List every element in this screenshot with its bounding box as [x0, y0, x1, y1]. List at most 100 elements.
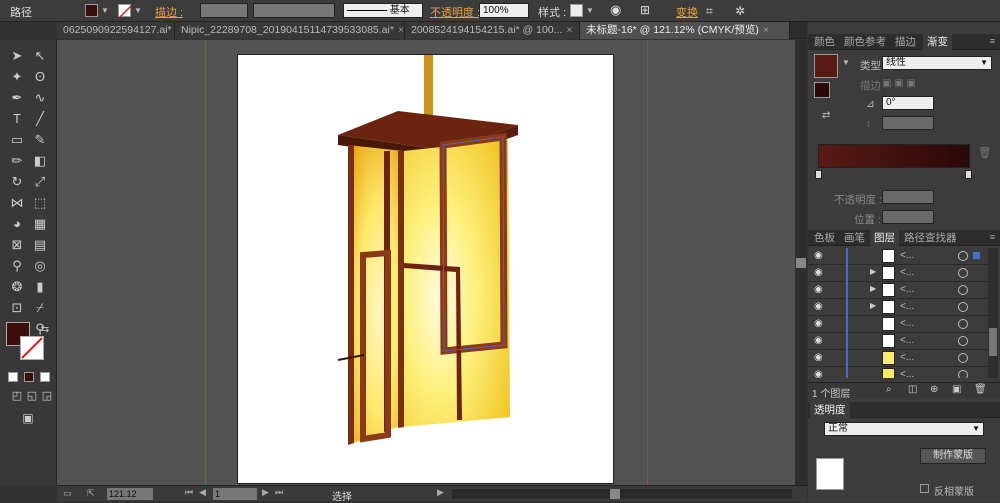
layer-row[interactable]: ◉ <... [808, 367, 988, 378]
lantern-artwork[interactable] [238, 55, 615, 485]
tab-doc-2[interactable]: Nipic_22289708_20190415114739533085.ai* × [175, 22, 405, 39]
zoom-field[interactable]: 121.12 [107, 488, 153, 500]
close-icon[interactable]: × [398, 24, 404, 36]
last-artboard-icon[interactable]: ⏭ [275, 487, 283, 498]
stroke-gradient-swatch[interactable] [814, 82, 830, 98]
recolor-icon[interactable]: ◉ [610, 2, 621, 18]
tab-layers[interactable]: 图层 [870, 230, 899, 246]
target-circle-icon[interactable] [958, 319, 968, 329]
locate-object-icon[interactable]: ⌕ [886, 384, 892, 395]
gradient-mode-icon[interactable] [24, 372, 34, 382]
pen-tool-icon[interactable]: ✒ [7, 88, 27, 108]
transparency-thumbnail[interactable] [816, 458, 844, 490]
tab-swatches[interactable]: 色板 [810, 230, 839, 246]
selection-tool-icon[interactable]: ➤ [7, 46, 27, 66]
pencil-tool-icon[interactable]: ✏ [7, 151, 27, 171]
graphic-style-swatch[interactable] [570, 4, 583, 17]
selection-indicator[interactable] [973, 252, 980, 259]
target-circle-icon[interactable] [958, 302, 968, 312]
line-tool-icon[interactable]: ╱ [30, 109, 50, 129]
shape-builder-tool-icon[interactable]: ◕ [7, 214, 27, 234]
tab-doc-1[interactable]: 0625090922594127.ai*× [57, 22, 175, 39]
export-icon[interactable]: ⇱ [87, 488, 95, 499]
slice-tool-icon[interactable]: ⌿ [30, 298, 50, 318]
status-menu-icon[interactable]: ▶ [437, 487, 444, 498]
target-circle-icon[interactable] [958, 285, 968, 295]
free-transform-tool-icon[interactable]: ⬚ [30, 193, 50, 213]
none-mode-icon[interactable] [40, 372, 50, 382]
fill-dropdown-icon[interactable]: ▼ [101, 6, 109, 15]
layers-scroll-thumb[interactable] [989, 328, 997, 356]
variable-width-profile[interactable] [253, 3, 335, 18]
screen-mode-icon[interactable]: ▣ [18, 408, 38, 428]
gradient-preview-swatch[interactable] [814, 54, 838, 78]
target-circle-icon[interactable] [958, 251, 968, 261]
canvas-area[interactable] [57, 40, 795, 485]
draw-inside-icon[interactable]: ◲ [37, 386, 57, 406]
tab-brushes[interactable]: 画笔 [840, 230, 869, 246]
isolate-icon[interactable]: ⌗ [706, 4, 713, 19]
more-options-icon[interactable]: ✲ [735, 4, 745, 18]
tab-doc-3[interactable]: 2008524194154215.ai* @ 100... × [405, 22, 580, 39]
expand-arrow-icon[interactable]: ▶ [870, 301, 876, 310]
new-layer-icon[interactable]: ▣ [952, 384, 961, 395]
blend-tool-icon[interactable]: ◎ [30, 256, 50, 276]
artboard[interactable] [237, 54, 614, 484]
target-circle-icon[interactable] [958, 353, 968, 363]
panel-menu-icon[interactable]: ≡ [990, 36, 995, 46]
visibility-eye-icon[interactable]: ◉ [814, 352, 823, 363]
scrollbar-thumb[interactable] [796, 258, 806, 268]
delete-layer-icon[interactable]: 🗑 [974, 384, 987, 395]
layer-row[interactable]: ◉ ▶ <... [808, 265, 988, 282]
clipping-mask-icon[interactable]: ◫ [908, 384, 917, 395]
layer-row[interactable]: ◉ <... [808, 248, 988, 265]
symbol-sprayer-tool-icon[interactable]: ❂ [7, 277, 27, 297]
stroke-dropdown-icon[interactable]: ▼ [134, 6, 142, 15]
direct-selection-tool-icon[interactable]: ↖ [30, 46, 50, 66]
expand-arrow-icon[interactable]: ▶ [870, 284, 876, 293]
opacity-label[interactable]: 不透明度 : [430, 4, 480, 20]
prev-artboard-icon[interactable]: ◀ [199, 487, 206, 498]
horizontal-scrollbar[interactable] [452, 489, 792, 499]
gradient-opacity-field[interactable] [882, 190, 934, 204]
target-circle-icon[interactable] [958, 370, 968, 378]
target-circle-icon[interactable] [958, 268, 968, 278]
hscroll-thumb[interactable] [610, 489, 620, 499]
first-artboard-icon[interactable]: ⏮ [185, 487, 193, 498]
visibility-eye-icon[interactable]: ◉ [814, 267, 823, 278]
eraser-tool-icon[interactable]: ◧ [30, 151, 50, 171]
blend-mode-select[interactable]: 正常 ▼ [824, 422, 984, 436]
artboard-tool-icon[interactable]: ⊡ [7, 298, 27, 318]
mesh-tool-icon[interactable]: ⊠ [7, 235, 27, 255]
align-icon[interactable]: ⊞ [640, 3, 650, 17]
tab-transparency[interactable]: 透明度 [810, 402, 850, 418]
layers-scrollbar[interactable] [988, 248, 998, 378]
type-tool-icon[interactable]: T [7, 109, 27, 129]
gradient-slider-bar[interactable] [818, 144, 970, 168]
page-field[interactable]: 1 [213, 488, 257, 500]
width-tool-icon[interactable]: ⋈ [7, 193, 27, 213]
layer-row[interactable]: ◉ <... [808, 316, 988, 333]
tab-color[interactable]: 颜色 [810, 34, 839, 50]
vertical-scrollbar[interactable] [795, 40, 807, 485]
paintbrush-tool-icon[interactable]: ✎ [30, 130, 50, 150]
close-icon[interactable]: × [566, 24, 572, 36]
layer-row[interactable]: ◉ <... [808, 333, 988, 350]
stroke-weight-field[interactable] [200, 3, 248, 18]
layer-row[interactable]: ◉ ▶ <... [808, 282, 988, 299]
visibility-eye-icon[interactable]: ◉ [814, 369, 823, 378]
gradient-stop-end[interactable] [965, 170, 972, 179]
visibility-eye-icon[interactable]: ◉ [814, 318, 823, 329]
magic-wand-tool-icon[interactable]: ✦ [7, 67, 27, 87]
tab-gradient[interactable]: 渐变 [923, 34, 952, 50]
swap-fill-stroke-icon[interactable]: ⇆ [35, 320, 55, 340]
fill-swatch[interactable] [85, 4, 98, 17]
delete-stop-icon[interactable]: 🗑 [978, 146, 991, 159]
column-graph-tool-icon[interactable]: ▮ [30, 277, 50, 297]
eyedropper-tool-icon[interactable]: ⚲ [7, 256, 27, 276]
expand-arrow-icon[interactable]: ▶ [870, 267, 876, 276]
color-mode-icon[interactable] [8, 372, 18, 382]
reverse-gradient-icon[interactable]: ⇄ [822, 110, 830, 121]
visibility-eye-icon[interactable]: ◉ [814, 301, 823, 312]
screen-mode-toggle-icon[interactable]: ▭ [63, 488, 72, 499]
